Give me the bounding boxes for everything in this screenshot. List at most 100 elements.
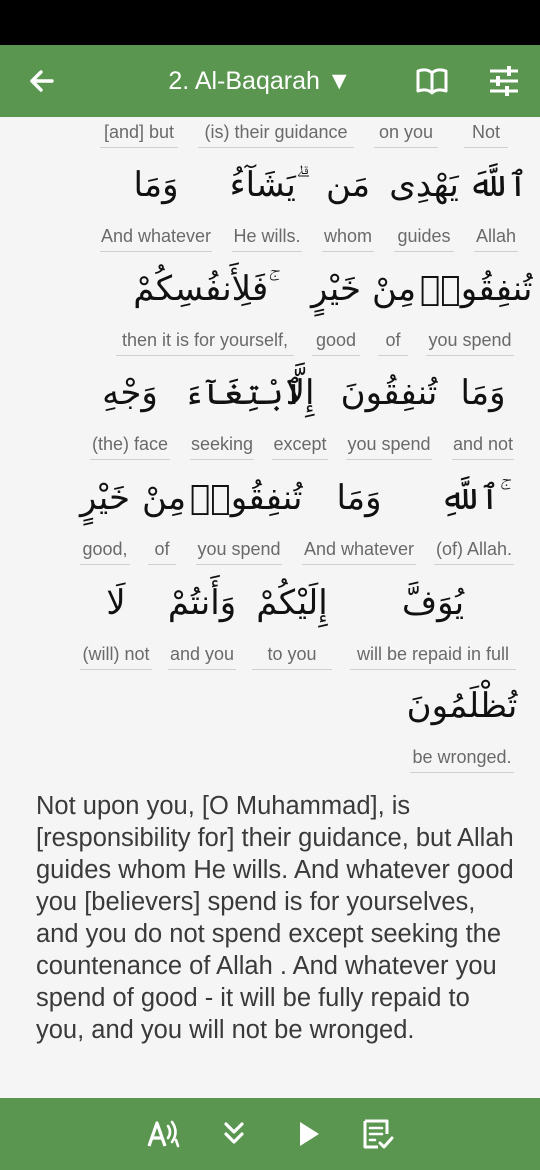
word-translation: good, bbox=[82, 539, 128, 559]
play-icon[interactable] bbox=[290, 1116, 326, 1152]
word-cell[interactable]: يَهْدِى guides bbox=[388, 149, 460, 252]
word-row: وَمَا and not تُنفِقُونَ you spend إِلَّ… bbox=[0, 357, 540, 461]
word-cell[interactable]: وَجْهِ (the) face bbox=[84, 357, 176, 460]
word-arabic: يَشَآءُ ۗ bbox=[229, 165, 305, 205]
word-cell[interactable]: مَن whom bbox=[316, 149, 380, 252]
word-cell[interactable]: لَا (will) not bbox=[74, 567, 158, 670]
word-divider bbox=[190, 459, 254, 460]
word-divider bbox=[198, 147, 354, 148]
word-divider bbox=[346, 459, 432, 460]
word-arabic: وَمَا bbox=[133, 165, 179, 205]
word-cell[interactable]: وَمَا and not bbox=[446, 357, 520, 460]
arrow-left-icon[interactable] bbox=[22, 61, 62, 101]
word-arabic: وَمَا bbox=[460, 373, 506, 413]
word-cell[interactable]: ٱللَّهَ Allah bbox=[468, 149, 528, 252]
word-translation: He wills. bbox=[233, 226, 301, 246]
open-book-icon[interactable] bbox=[412, 63, 452, 99]
app-bar: 2. Al-Baqarah ▼ bbox=[0, 45, 540, 117]
word-divider bbox=[196, 564, 282, 565]
word-translation: to you bbox=[267, 644, 317, 664]
word-divider bbox=[312, 355, 360, 356]
word-cell[interactable]: تُنفِقُوا۟ you spend bbox=[190, 462, 303, 565]
word-translation: you spend bbox=[197, 539, 281, 559]
word-arabic: مِنْ bbox=[372, 269, 417, 309]
word-translation: on you bbox=[378, 122, 434, 142]
word-cell[interactable]: وَمَا And whatever bbox=[94, 149, 218, 252]
word-cell[interactable]: فَلِأَنفُسِكُمْ ۚ then it is for yoursel… bbox=[110, 253, 300, 356]
word-divider bbox=[90, 459, 170, 460]
word-arabic: وَجْهِ bbox=[102, 373, 158, 413]
word-arabic: تُنفِقُونَ bbox=[340, 373, 438, 413]
word-translation: [and] but bbox=[103, 122, 175, 142]
word-divider bbox=[464, 147, 508, 148]
word-arabic: تُنفِقُوا۟ bbox=[190, 478, 303, 518]
word-divider bbox=[232, 251, 302, 252]
word-cell[interactable]: ٱللَّهِ ۚ (of) Allah. bbox=[428, 462, 520, 565]
word-translation: guides bbox=[397, 226, 451, 246]
word-cell[interactable]: خَيْرٍ good bbox=[306, 253, 366, 356]
word-row: ٱللَّهِ ۚ (of) Allah. وَمَا And whatever… bbox=[0, 462, 540, 566]
verse-translation: Not upon you, [O Muhammad], is [responsi… bbox=[36, 792, 514, 1044]
word-divider bbox=[474, 251, 518, 252]
word-cell[interactable]: مِنْ of bbox=[142, 462, 187, 565]
word-translation: be wronged. bbox=[412, 747, 512, 767]
translate-icon[interactable] bbox=[146, 1116, 182, 1152]
word-translation: Not bbox=[471, 122, 500, 142]
word-cell[interactable]: ٱبْتِغَآءَ seeking bbox=[184, 357, 304, 460]
word-arabic: لَا bbox=[106, 583, 126, 623]
word-divider bbox=[116, 355, 294, 356]
word-divider bbox=[302, 564, 416, 565]
verse-content[interactable]: Not on you (is) their guidance [and] but… bbox=[0, 117, 540, 1098]
word-divider bbox=[426, 355, 514, 356]
word-cell[interactable]: on you bbox=[368, 117, 444, 148]
word-arabic: فَلِأَنفُسِكُمْ ۚ bbox=[133, 269, 277, 309]
word-cell[interactable]: إِلَيْكُمْ to you bbox=[246, 567, 338, 670]
word-row: تُنفِقُوا۟ you spend مِنْ of خَيْرٍ good… bbox=[0, 253, 540, 357]
word-translation: except bbox=[273, 434, 327, 454]
word-divider bbox=[394, 251, 454, 252]
surah-title-dropdown[interactable]: 2. Al-Baqarah ▼ bbox=[110, 45, 410, 117]
notes-icon[interactable] bbox=[360, 1116, 396, 1152]
word-translation: (is) their guidance bbox=[204, 122, 348, 142]
word-cell[interactable]: وَأَنتُمْ and you bbox=[162, 567, 242, 670]
word-cell[interactable]: تُظْلَمُونَ be wronged. bbox=[404, 670, 520, 773]
word-row: يُوَفَّ will be repaid in full إِلَيْكُم… bbox=[0, 567, 540, 671]
word-divider bbox=[452, 459, 514, 460]
word-arabic: ٱللَّهِ ۚ bbox=[439, 478, 509, 518]
word-translation: (will) not bbox=[82, 644, 150, 664]
word-arabic: يُوَفَّ bbox=[401, 583, 465, 623]
word-cell[interactable]: وَمَا And whatever bbox=[296, 462, 422, 565]
word-translation: And whatever bbox=[303, 539, 415, 559]
word-cell[interactable]: مِنْ of bbox=[372, 253, 417, 356]
bottom-toolbar bbox=[0, 1098, 540, 1170]
word-cell[interactable]: خَيْرٍ good, bbox=[74, 462, 136, 565]
word-cell[interactable]: (is) their guidance bbox=[192, 117, 360, 148]
word-divider bbox=[100, 251, 212, 252]
tune-sliders-icon[interactable] bbox=[484, 63, 524, 99]
word-arabic: يَهْدِى bbox=[389, 165, 459, 205]
word-arabic: وَأَنتُمْ bbox=[167, 583, 237, 623]
word-arabic: خَيْرٍ bbox=[79, 478, 131, 518]
word-translation: good bbox=[315, 330, 357, 350]
word-row: Not on you (is) their guidance [and] but bbox=[0, 117, 540, 153]
word-translation: (the) face bbox=[91, 434, 169, 454]
word-arabic: تُنفِقُوا۟ bbox=[420, 269, 533, 309]
word-arabic: مِنْ bbox=[142, 478, 187, 518]
word-divider bbox=[322, 251, 374, 252]
word-translation: will be repaid in full bbox=[356, 644, 510, 664]
word-cell[interactable]: يُوَفَّ will be repaid in full bbox=[344, 567, 522, 670]
word-arabic: خَيْرٍ bbox=[310, 269, 362, 309]
word-cell[interactable]: Not bbox=[458, 117, 514, 148]
word-translation: whom bbox=[323, 226, 372, 246]
word-row: تُظْلَمُونَ be wronged. bbox=[0, 670, 540, 774]
word-arabic: إِلَيْكُمْ bbox=[256, 583, 328, 623]
word-cell[interactable]: تُنفِقُونَ you spend bbox=[340, 357, 438, 460]
double-chevron-down-icon[interactable] bbox=[216, 1116, 252, 1152]
word-translation: and not bbox=[452, 434, 514, 454]
word-cell[interactable]: يَشَآءُ ۗ He wills. bbox=[226, 149, 308, 252]
word-divider bbox=[410, 772, 514, 773]
word-arabic: وَمَا bbox=[336, 478, 382, 518]
word-divider bbox=[80, 564, 130, 565]
word-cell[interactable]: [and] but bbox=[94, 117, 184, 148]
word-cell[interactable]: تُنفِقُوا۟ you spend bbox=[420, 253, 533, 356]
